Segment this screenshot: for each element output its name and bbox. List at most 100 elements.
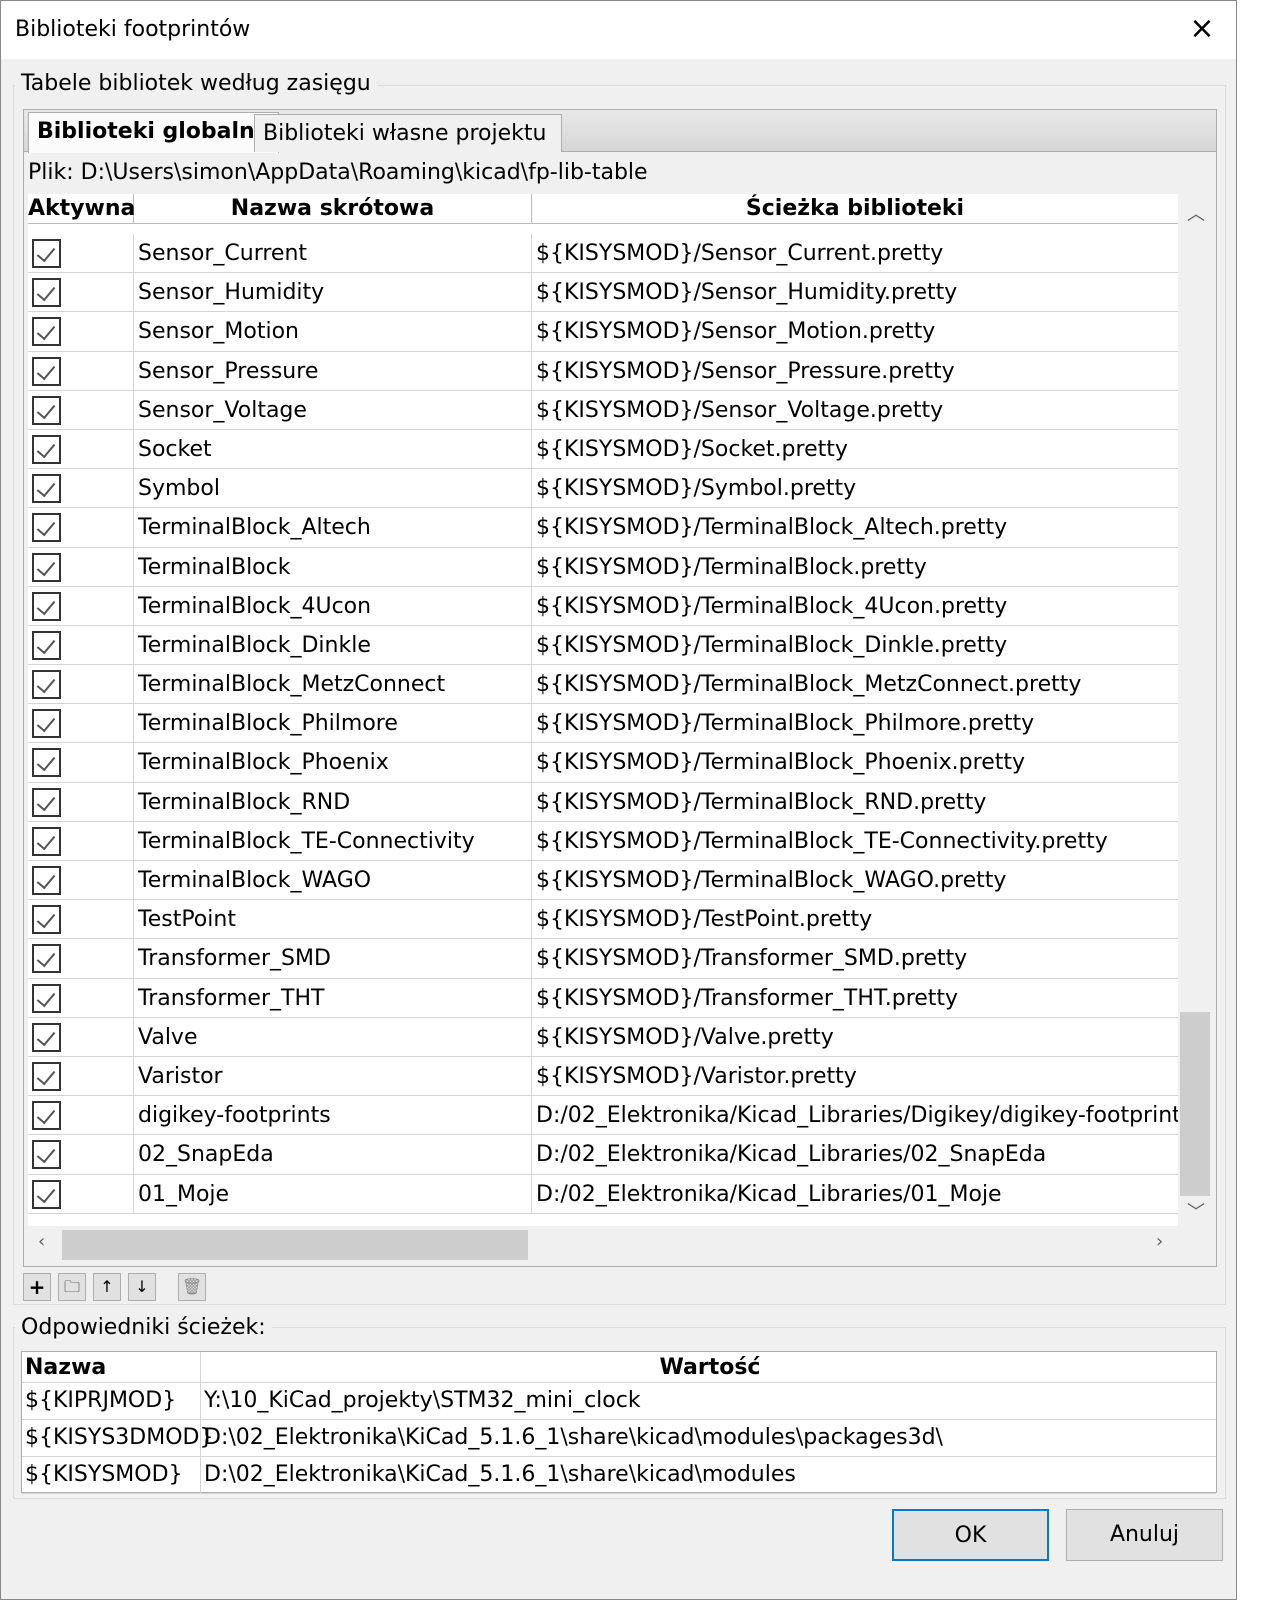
active-checkbox[interactable] [32, 787, 61, 817]
column-header-name[interactable]: Nazwa [22, 1352, 201, 1382]
path-value-cell[interactable]: Y:\10_KiCad_projekty\STM32_mini_clock [201, 1383, 1216, 1419]
active-checkbox[interactable] [32, 395, 61, 425]
nickname-cell[interactable]: TerminalBlock_4Ucon [134, 586, 532, 626]
table-row[interactable]: Transformer_SMD ${KISYSMOD}/Transformer_… [28, 939, 1178, 979]
column-header-value[interactable]: Wartość [201, 1352, 1216, 1382]
path-cell[interactable]: ${KISYSMOD}/TerminalBlock_TE-Connectivit… [532, 822, 1178, 861]
nickname-cell[interactable]: Sensor_Humidity [134, 273, 532, 313]
horizontal-scrollbar[interactable]: ‹ › [28, 1226, 1178, 1262]
path-cell[interactable]: ${KISYSMOD}/TerminalBlock_Altech.pretty [532, 508, 1178, 547]
nickname-cell[interactable]: Transformer_SMD [134, 939, 532, 979]
column-header-active[interactable]: Aktywna [28, 194, 135, 224]
table-row[interactable]: Valve ${KISYSMOD}/Valve.pretty [28, 1017, 1178, 1057]
path-cell[interactable]: ${KISYSMOD}/Sensor_Voltage.pretty [532, 391, 1178, 430]
nickname-cell[interactable]: TerminalBlock_Philmore [134, 704, 532, 744]
table-row[interactable]: Transformer_THT ${KISYSMOD}/Transformer_… [28, 978, 1178, 1018]
path-cell[interactable]: ${KISYSMOD}/Socket.pretty [532, 430, 1178, 469]
path-cell[interactable]: D:/02_Elektronika/Kicad_Libraries/Digike… [532, 1096, 1178, 1135]
path-row[interactable]: ${KISYS3DMOD} D:\02_Elektronika\KiCad_5.… [22, 1420, 1216, 1457]
vertical-scroll-thumb[interactable] [1180, 1012, 1210, 1196]
scroll-right-icon[interactable]: › [1156, 1231, 1163, 1252]
nickname-cell[interactable]: 01_Moje [134, 1174, 532, 1214]
table-row[interactable]: TerminalBlock_MetzConnect ${KISYSMOD}/Te… [28, 665, 1178, 705]
path-value-cell[interactable]: D:\02_Elektronika\KiCad_5.1.6_1\share\ki… [201, 1457, 1216, 1493]
path-cell[interactable]: ${KISYSMOD}/TerminalBlock_Phoenix.pretty [532, 743, 1178, 782]
delete-library-button[interactable]: 🗑 [178, 1273, 206, 1301]
nickname-cell[interactable]: TerminalBlock_Dinkle [134, 625, 532, 665]
path-cell[interactable]: ${KISYSMOD}/Sensor_Motion.pretty [532, 312, 1178, 351]
active-checkbox[interactable] [32, 905, 61, 935]
path-name-cell[interactable]: ${KISYSMOD} [22, 1457, 201, 1493]
path-cell[interactable]: ${KISYSMOD}/Sensor_Current.pretty [532, 234, 1178, 273]
table-row[interactable]: TerminalBlock ${KISYSMOD}/TerminalBlock.… [28, 547, 1178, 587]
active-checkbox[interactable] [32, 474, 61, 504]
scroll-down-icon[interactable]: ﹀ [1187, 1198, 1205, 1224]
active-checkbox[interactable] [32, 826, 61, 856]
path-cell[interactable]: ${KISYSMOD}/TerminalBlock_4Ucon.pretty [532, 587, 1178, 626]
path-cell[interactable]: ${KISYSMOD}/Transformer_THT.pretty [532, 979, 1178, 1018]
active-checkbox[interactable] [32, 1140, 61, 1170]
nickname-cell[interactable]: digikey-footprints [134, 1096, 532, 1136]
active-checkbox[interactable] [32, 1179, 61, 1209]
path-row[interactable]: ${KIPRJMOD} Y:\10_KiCad_projekty\STM32_m… [22, 1383, 1216, 1420]
path-cell[interactable]: ${KISYSMOD}/Varistor.pretty [532, 1057, 1178, 1096]
cancel-button[interactable]: Anuluj [1066, 1509, 1223, 1561]
nickname-cell[interactable]: Varistor [134, 1056, 532, 1096]
table-row[interactable]: Sensor_Voltage ${KISYSMOD}/Sensor_Voltag… [28, 390, 1178, 430]
table-row[interactable]: Varistor ${KISYSMOD}/Varistor.pretty [28, 1056, 1178, 1097]
nickname-cell[interactable]: Symbol [134, 469, 532, 509]
move-down-button[interactable]: ↓ [128, 1273, 156, 1301]
nickname-cell[interactable]: TerminalBlock_Phoenix [134, 743, 532, 783]
table-row[interactable]: TerminalBlock_TE-Connectivity ${KISYSMOD… [28, 821, 1178, 861]
path-cell[interactable]: D:/02_Elektronika/Kicad_Libraries/01_Moj… [532, 1175, 1178, 1214]
table-row[interactable]: 02_SnapEda D:/02_Elektronika/Kicad_Libra… [28, 1135, 1178, 1175]
table-row[interactable]: Sensor_Pressure ${KISYSMOD}/Sensor_Press… [28, 351, 1178, 391]
nickname-cell[interactable]: Transformer_THT [134, 978, 532, 1018]
active-checkbox[interactable] [32, 983, 61, 1013]
close-icon[interactable]: × [1182, 11, 1222, 46]
path-value-cell[interactable]: D:\02_Elektronika\KiCad_5.1.6_1\share\ki… [201, 1420, 1216, 1456]
nickname-cell[interactable]: TerminalBlock [134, 547, 532, 587]
path-cell[interactable]: ${KISYSMOD}/TerminalBlock_Philmore.prett… [532, 704, 1178, 743]
active-checkbox[interactable] [32, 513, 61, 543]
active-checkbox[interactable] [32, 239, 61, 268]
path-cell[interactable]: ${KISYSMOD}/TerminalBlock_RND.pretty [532, 783, 1178, 822]
table-row[interactable]: TerminalBlock_Philmore ${KISYSMOD}/Termi… [28, 704, 1178, 744]
move-up-button[interactable]: ↑ [93, 1273, 121, 1301]
scroll-up-icon[interactable]: ︿ [1187, 200, 1205, 226]
column-header-path[interactable]: Ścieżka biblioteki [532, 194, 1178, 224]
nickname-cell[interactable]: 02_SnapEda [134, 1135, 532, 1175]
active-checkbox[interactable] [32, 1022, 61, 1052]
path-row[interactable]: ${KISYSMOD} D:\02_Elektronika\KiCad_5.1.… [22, 1457, 1216, 1494]
nickname-cell[interactable]: TestPoint [134, 900, 532, 940]
tab-global-libraries[interactable]: Biblioteki globalne [28, 112, 279, 153]
nickname-cell[interactable]: TerminalBlock_WAGO [134, 861, 532, 900]
nickname-cell[interactable]: Valve [134, 1017, 532, 1057]
path-name-cell[interactable]: ${KIPRJMOD} [22, 1383, 201, 1419]
table-row[interactable]: Socket ${KISYSMOD}/Socket.pretty [28, 429, 1178, 470]
table-row[interactable]: TerminalBlock_WAGO ${KISYSMOD}/TerminalB… [28, 861, 1178, 901]
active-checkbox[interactable] [32, 630, 61, 660]
add-library-button[interactable]: + [23, 1273, 51, 1301]
active-checkbox[interactable] [32, 552, 61, 582]
table-row[interactable]: TerminalBlock_Dinkle ${KISYSMOD}/Termina… [28, 625, 1178, 666]
table-row[interactable]: 01_Moje D:/02_Elektronika/Kicad_Librarie… [28, 1174, 1178, 1214]
column-header-nickname[interactable]: Nazwa skrótowa [134, 194, 532, 224]
table-row[interactable]: TerminalBlock_Altech ${KISYSMOD}/Termina… [28, 508, 1178, 548]
table-row[interactable]: Sensor_Current ${KISYSMOD}/Sensor_Curren… [28, 234, 1178, 274]
path-cell[interactable]: ${KISYSMOD}/TerminalBlock_MetzConnect.pr… [532, 665, 1178, 704]
table-row[interactable]: Sensor_Motion ${KISYSMOD}/Sensor_Motion.… [28, 312, 1178, 352]
table-row[interactable]: TerminalBlock_Phoenix ${KISYSMOD}/Termin… [28, 743, 1178, 783]
path-cell[interactable]: ${KISYSMOD}/Transformer_SMD.pretty [532, 939, 1178, 978]
nickname-cell[interactable]: TerminalBlock_Altech [134, 508, 532, 548]
nickname-cell[interactable]: Sensor_Motion [134, 312, 532, 352]
browse-folder-button[interactable]: 🗀 [58, 1273, 86, 1301]
horizontal-scroll-thumb[interactable] [62, 1230, 528, 1260]
table-row[interactable]: Symbol ${KISYSMOD}/Symbol.pretty [28, 469, 1178, 509]
path-cell[interactable]: ${KISYSMOD}/Sensor_Humidity.pretty [532, 273, 1178, 312]
path-cell[interactable]: ${KISYSMOD}/TerminalBlock_WAGO.pretty [532, 861, 1178, 900]
scroll-left-icon[interactable]: ‹ [38, 1231, 45, 1252]
table-row[interactable]: TerminalBlock_RND ${KISYSMOD}/TerminalBl… [28, 782, 1178, 822]
nickname-cell[interactable]: Sensor_Current [134, 234, 532, 273]
path-cell[interactable]: ${KISYSMOD}/Symbol.pretty [532, 469, 1178, 508]
